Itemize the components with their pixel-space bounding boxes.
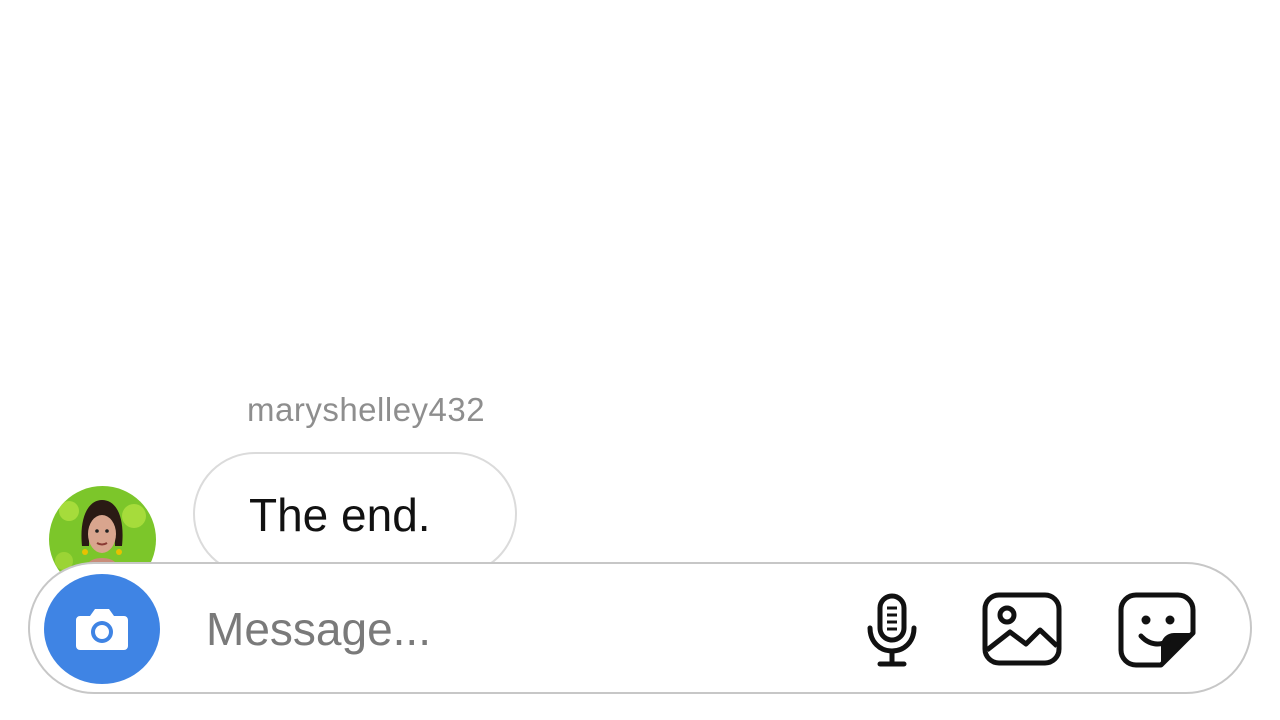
gallery-icon bbox=[982, 592, 1062, 666]
camera-button[interactable] bbox=[44, 574, 160, 684]
message-bubble[interactable]: The end. bbox=[193, 452, 517, 576]
sticker-button[interactable] bbox=[1116, 588, 1200, 672]
message-input[interactable] bbox=[206, 600, 806, 658]
message-text: The end. bbox=[249, 489, 431, 541]
gallery-button[interactable] bbox=[980, 588, 1064, 672]
sticker-icon bbox=[1118, 592, 1196, 668]
chat-screen: maryshelley432 The end. bbox=[0, 0, 1280, 720]
sender-username: maryshelley432 bbox=[247, 391, 486, 428]
camera-icon bbox=[76, 609, 128, 650]
message-composer bbox=[28, 562, 1252, 694]
microphone-button[interactable] bbox=[850, 588, 934, 672]
message-thread: maryshelley432 The end. bbox=[0, 0, 1280, 593]
microphone-icon bbox=[867, 593, 917, 667]
